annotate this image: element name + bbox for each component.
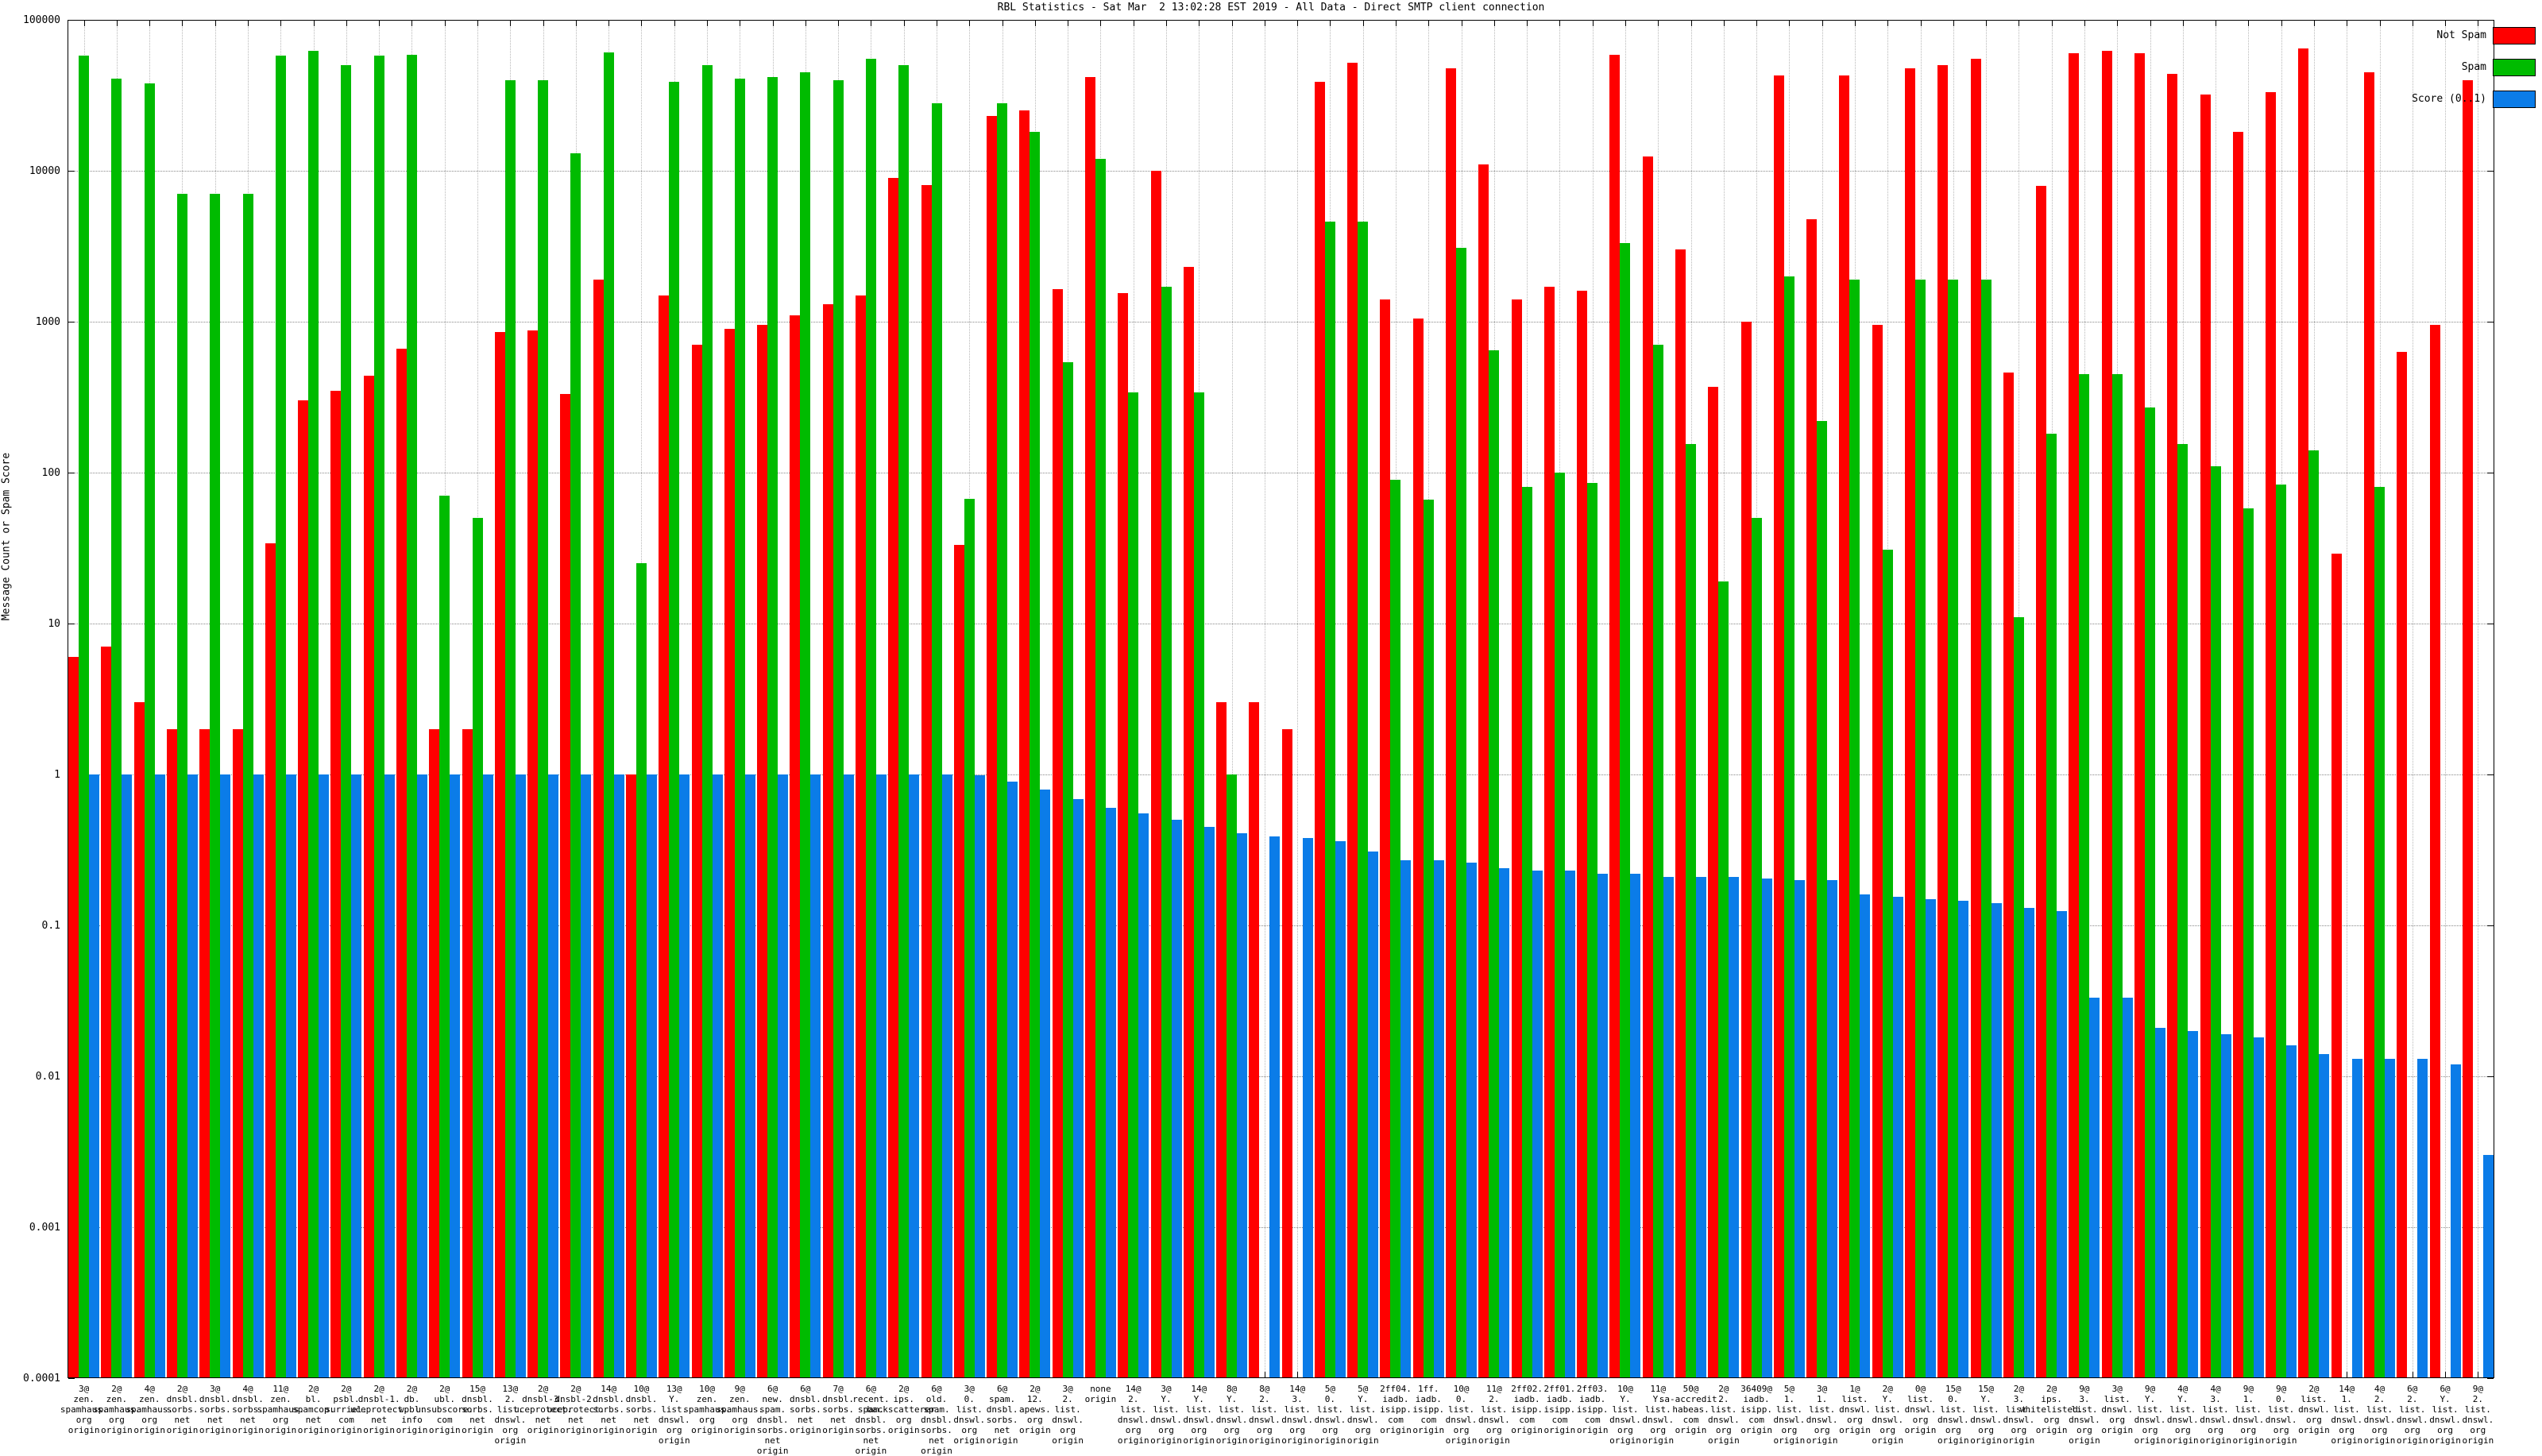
legend-swatch bbox=[2493, 27, 2536, 44]
legend-label: Score (0..1) bbox=[2412, 93, 2486, 105]
x-tick-label: 4@ Y. list. dnswl. org origin bbox=[2166, 1384, 2199, 1446]
x-tick-label: 4@ 3. list. dnswl. org origin bbox=[2200, 1384, 2231, 1446]
x-tick-label: 3@ 0. list. dnswl. org origin bbox=[953, 1384, 986, 1446]
x-tick-label: 11@ 2. list. dnswl. org origin bbox=[1478, 1384, 1510, 1446]
y-tick-mark bbox=[2487, 1378, 2494, 1379]
x-tick-label: 6@ new. spam. dnsbl. sorbs. net origin bbox=[756, 1384, 789, 1456]
x-tick-label: 14@ dnsbl. sorbs. net origin bbox=[593, 1384, 625, 1435]
legend-label: Spam bbox=[2461, 61, 2486, 73]
x-tick-label: 2@ 2. list. dnswl. org origin bbox=[1707, 1384, 1740, 1446]
x-tick-label: 2ff03. iadb. isipp. com origin bbox=[1576, 1384, 1609, 1435]
legend-item: Spam bbox=[2328, 59, 2536, 76]
x-tick-label: 9@ Y. list. dnswl. org origin bbox=[2134, 1384, 2166, 1446]
x-tick-label: 36409@ iadb. isipp. com origin bbox=[1740, 1384, 1772, 1435]
y-tick-label: 0.0001 bbox=[23, 1373, 60, 1385]
x-tick-label: 6@ 2. list. dnswl. org origin bbox=[2396, 1384, 2428, 1446]
x-tick-label: 10@ dnsbl. sorbs. net origin bbox=[625, 1384, 658, 1435]
x-tick-label: 10@ Y. list. dnswl. org origin bbox=[1609, 1384, 1641, 1446]
x-tick-label: 9@ 2. list. dnswl. org origin bbox=[2462, 1384, 2494, 1446]
x-tick-label: 14@ 2. list. dnswl. org origin bbox=[1117, 1384, 1149, 1446]
y-tick-label: 1 bbox=[54, 769, 60, 781]
y-tick-label: 10000 bbox=[29, 165, 60, 177]
x-tick-label: 8@ Y. list. dnswl. org origin bbox=[1215, 1384, 1248, 1446]
plot-frame bbox=[68, 20, 2494, 1378]
x-tick-label: 5@ 0. list. dnswl. org origin bbox=[1314, 1384, 1346, 1446]
rbl-statistics-chart: RBL Statistics - Sat Mar 2 13:02:28 EST … bbox=[0, 0, 2542, 1456]
y-tick-label: 10 bbox=[48, 618, 60, 630]
x-tick-label: 6@ Y. list. dnswl. org origin bbox=[2429, 1384, 2461, 1446]
x-tick-label: 14@ 3. list. dnswl. org origin bbox=[1281, 1384, 1314, 1446]
x-tick-label: 2ff01. iadb. isipp. com origin bbox=[1543, 1384, 1576, 1435]
x-tick-label: 2ff02. iadb. isipp. com origin bbox=[1511, 1384, 1543, 1435]
x-tick-label: 2@ dnsbl. sorbs. net origin bbox=[166, 1384, 199, 1435]
legend-swatch bbox=[2493, 91, 2536, 108]
y-tick-label: 0.1 bbox=[41, 920, 60, 932]
y-tick-mark bbox=[68, 1378, 75, 1379]
y-tick-label: 0.001 bbox=[29, 1222, 60, 1234]
x-tick-label: 14@ 1. list. dnswl. org origin bbox=[2331, 1384, 2363, 1446]
x-tick-label: 1@ list. dnswl. org origin bbox=[1839, 1384, 1871, 1435]
chart-title: RBL Statistics - Sat Mar 2 13:02:28 EST … bbox=[997, 2, 1545, 14]
x-tick-label: 15@ 0. list. dnswl. org origin bbox=[1937, 1384, 1969, 1446]
y-tick-label: 0.01 bbox=[35, 1071, 60, 1083]
legend-swatch bbox=[2493, 59, 2536, 76]
x-tick-label: 8@ 2. list. dnswl. org origin bbox=[1248, 1384, 1281, 1446]
x-tick-label: 1ff. iadb. isipp. com origin bbox=[1412, 1384, 1445, 1435]
x-tick-label: 15@ Y. list. dnswl. org origin bbox=[1970, 1384, 2002, 1446]
x-tick-label: 2ff04. iadb. isipp. com origin bbox=[1380, 1384, 1412, 1435]
x-tick-label: 3@ dnsbl. sorbs. net origin bbox=[199, 1384, 231, 1435]
y-axis-label: Message Count or Spam Score bbox=[0, 452, 13, 621]
x-tick-label: 6@ dnsbl. sorbs. net origin bbox=[790, 1384, 821, 1435]
legend-item: Not Spam bbox=[2328, 27, 2536, 44]
legend-item: Score (0..1) bbox=[2328, 91, 2536, 108]
x-tick-label: none origin bbox=[1084, 1384, 1117, 1404]
x-tick-label: 0@ list. dnswl. org origin bbox=[1904, 1384, 1937, 1435]
x-tick-label: 9@ 3. list. dnswl. org origin bbox=[2069, 1384, 2100, 1446]
x-tick-label: 2@ list. dnswl. org origin bbox=[2298, 1384, 2330, 1435]
x-tick-label: 2@ 12. apews. org origin bbox=[1018, 1384, 1051, 1435]
x-tick-label: 9@ 0. list. dnswl. org origin bbox=[2265, 1384, 2297, 1446]
x-tick-label: 10@ 0. list. dnswl. org origin bbox=[1445, 1384, 1478, 1446]
x-tick-label: 5@ 1. list. dnswl. org origin bbox=[1773, 1384, 1806, 1446]
legend-label: Not Spam bbox=[2436, 29, 2486, 41]
x-tick-label: 3@ Y. list. dnswl. org origin bbox=[1150, 1384, 1182, 1446]
x-tick-label: 6@ spam. dnsbl. sorbs. net origin bbox=[986, 1384, 1018, 1446]
x-tick-label: 3@ 2. list. dnswl. org origin bbox=[1052, 1384, 1084, 1446]
x-tick-label: 3@ 1. list. dnswl. org origin bbox=[1806, 1384, 1838, 1446]
x-tick-label: 2@ Y. list. dnswl. org origin bbox=[1872, 1384, 1904, 1446]
x-tick-label: 15@ dnsbl. sorbs. net origin bbox=[462, 1384, 493, 1435]
x-tick-label: 9@ 1. list. dnswl. org origin bbox=[2232, 1384, 2265, 1446]
x-tick-label: 4@ 2. list. dnswl. org origin bbox=[2363, 1384, 2396, 1446]
y-tick-label: 1000 bbox=[35, 316, 60, 328]
x-tick-label: 14@ Y. list. dnswl. org origin bbox=[1183, 1384, 1215, 1446]
x-tick-label: 7@ dnsbl. sorbs. net origin bbox=[822, 1384, 855, 1435]
y-tick-label: 100000 bbox=[23, 14, 60, 26]
x-tick-label: 6@ old. spam. dnsbl. sorbs. net origin bbox=[921, 1384, 952, 1456]
y-tick-label: 100 bbox=[41, 467, 60, 479]
x-tick-label: 5@ Y. list. dnswl. org origin bbox=[1346, 1384, 1379, 1446]
x-tick-label: 3@ list. dnswl. org origin bbox=[2101, 1384, 2134, 1435]
